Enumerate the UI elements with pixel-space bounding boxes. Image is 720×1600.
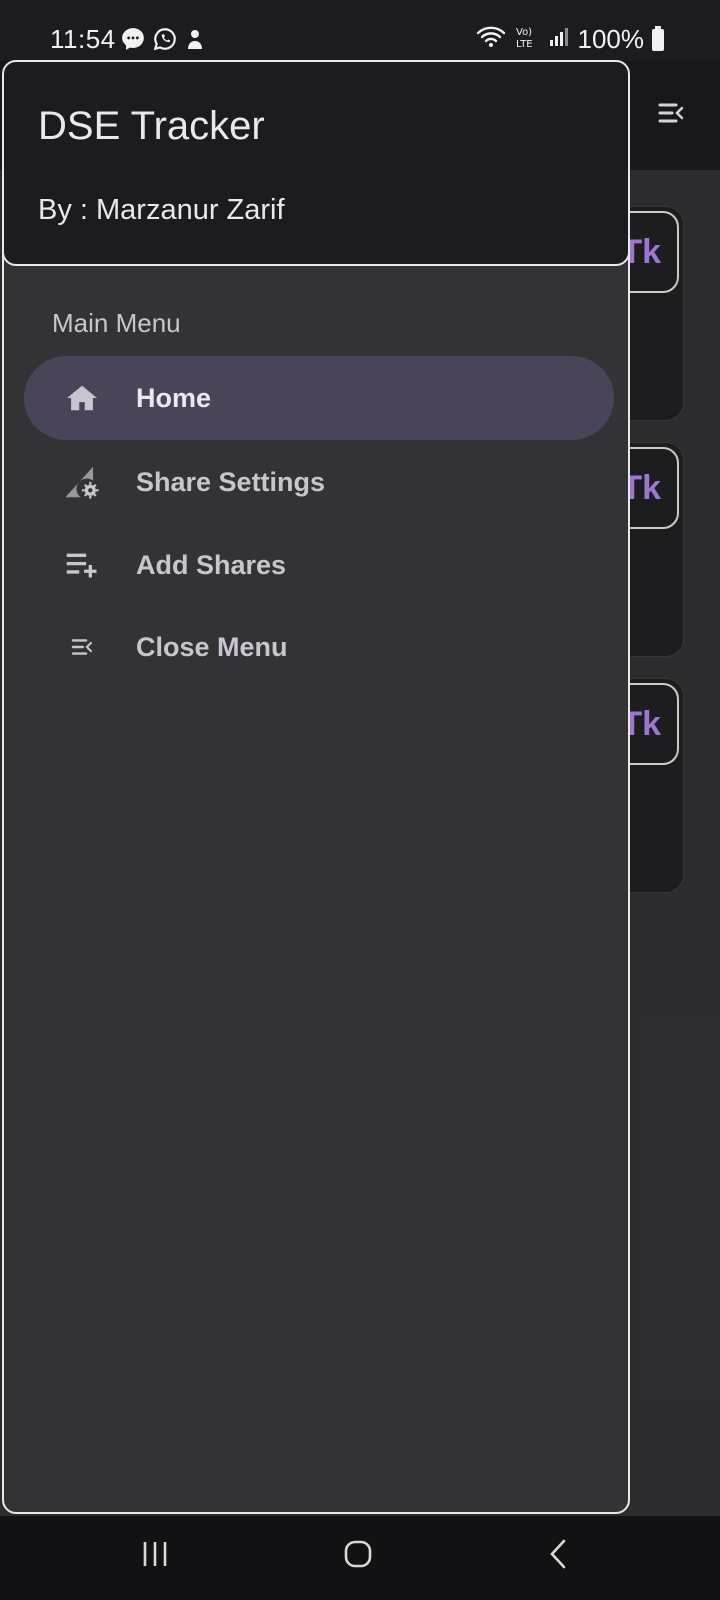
volte-icon: Vo) LTE (514, 24, 540, 55)
signal-icon (548, 26, 570, 53)
app-notification-icon (184, 26, 206, 57)
screen: 11:54 Vo) LTE 100% Tk Tk Tk DSE Tracker … (0, 0, 720, 1600)
navigation-drawer: DSE Tracker By : Marzanur Zarif Main Men… (2, 60, 630, 1514)
home-button[interactable] (342, 1538, 374, 1570)
signal-settings-icon (52, 462, 112, 502)
drawer-item-share-settings[interactable]: Share Settings (24, 440, 614, 524)
home-icon (52, 378, 112, 418)
whatsapp-icon (152, 26, 178, 57)
wifi-icon (476, 25, 506, 54)
notification-icons (120, 26, 206, 57)
drawer-item-home[interactable]: Home (24, 356, 614, 440)
recents-button[interactable] (140, 1538, 170, 1570)
drawer-item-label: Close Menu (136, 631, 288, 662)
status-time: 11:54 (50, 24, 116, 54)
svg-text:Vo): Vo) (516, 27, 532, 38)
drawer-subtitle: By : Marzanur Zarif (38, 194, 285, 226)
battery-icon (652, 25, 664, 51)
section-label: Main Menu (52, 308, 181, 338)
status-bar: 11:54 Vo) LTE 100% (0, 0, 720, 60)
back-button[interactable] (546, 1538, 570, 1570)
menu-open-icon (52, 627, 112, 667)
status-right: Vo) LTE 100% (476, 24, 664, 55)
playlist-add-icon (52, 545, 112, 585)
drawer-item-close-menu[interactable]: Close Menu (24, 605, 614, 689)
drawer-header: DSE Tracker By : Marzanur Zarif (4, 62, 628, 266)
drawer-title: DSE Tracker (38, 104, 265, 148)
drawer-item-add-shares[interactable]: Add Shares (24, 523, 614, 607)
battery-percentage: 100% (577, 24, 645, 54)
drawer-item-label: Home (136, 382, 212, 413)
drawer-item-label: Add Shares (136, 549, 287, 580)
drawer-item-label: Share Settings (136, 466, 326, 497)
system-navigation-bar (0, 1516, 720, 1600)
messenger-icon (120, 26, 146, 57)
svg-text:LTE: LTE (516, 39, 533, 50)
